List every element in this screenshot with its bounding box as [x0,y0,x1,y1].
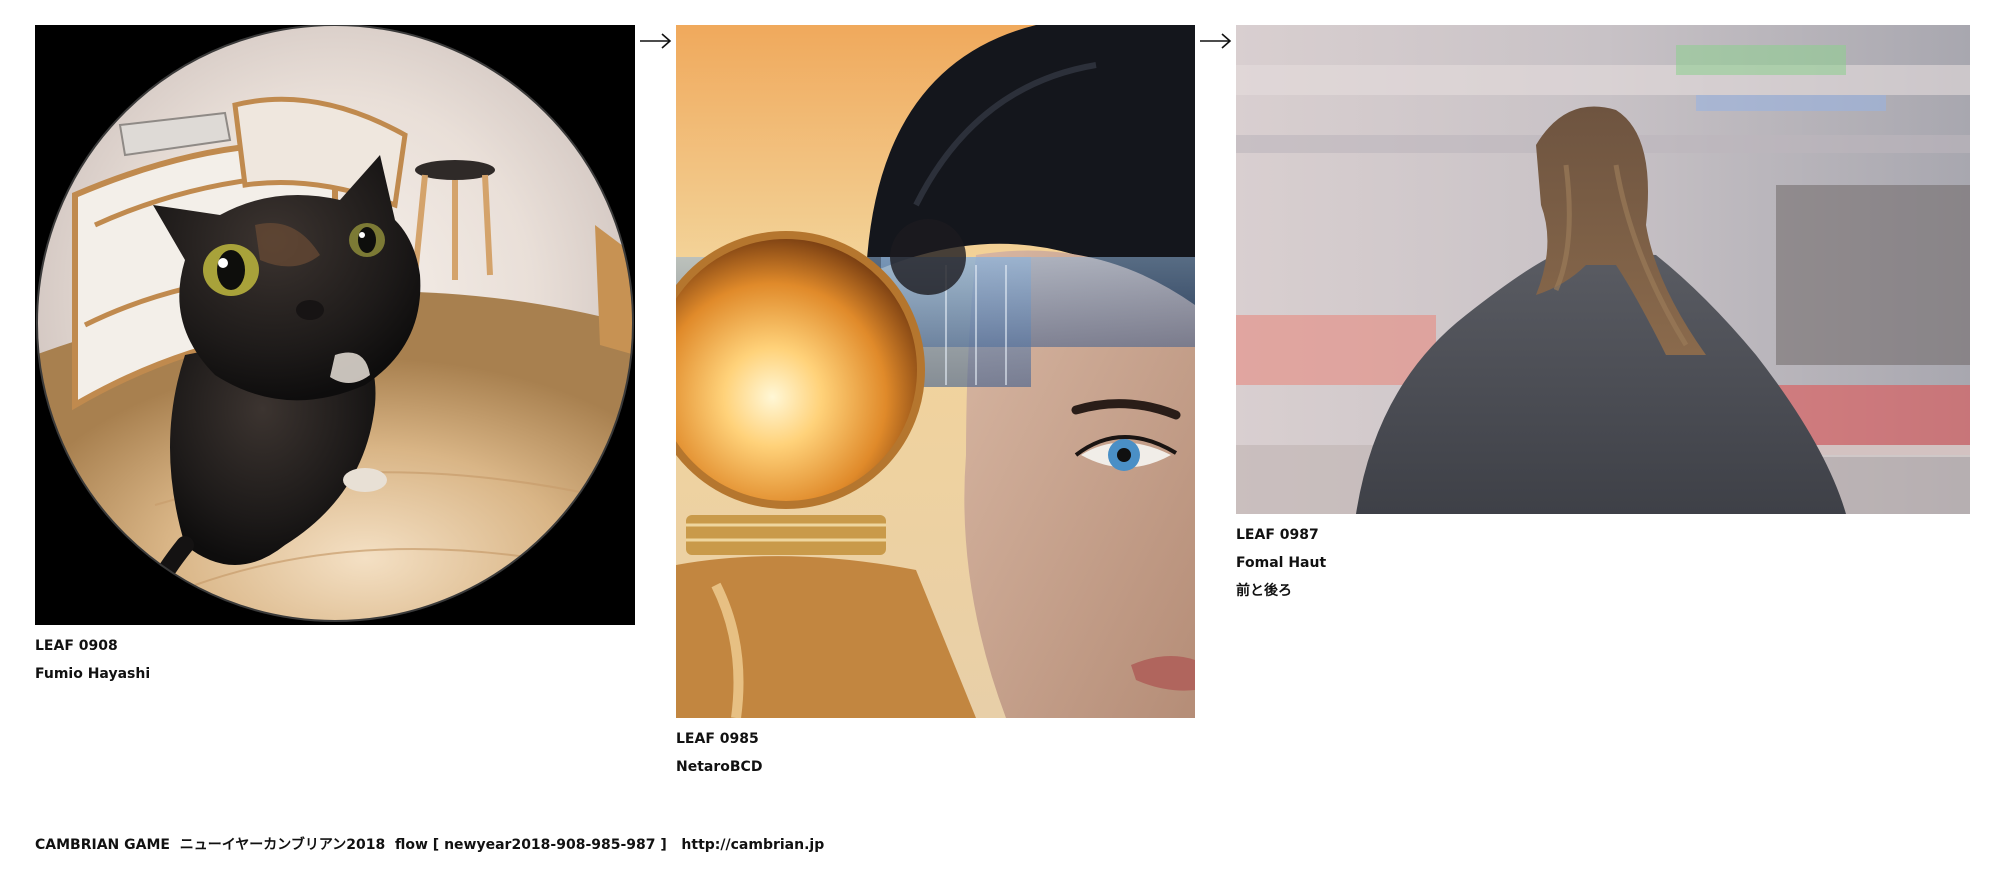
footer-text: CAMBRIAN GAME ニューイヤーカンブリアン2018 flow [ ne… [35,837,682,853]
leaf-id: LEAF 0908 [35,638,118,654]
leaf-card-0987: LEAF 0987 Fomal Haut 前と後ろ [1236,25,1970,605]
leaf-author[interactable]: Fomal Haut [1236,549,1970,577]
leaf-card-0985: LEAF 0985 NetaroBCD [676,25,1195,781]
footer-link[interactable]: http://cambrian.jp [681,837,824,853]
flow-arrow-icon [639,31,673,51]
leaf-photo-perfume-ad[interactable] [676,25,1195,718]
leaf-author[interactable]: NetaroBCD [676,753,1195,781]
leaf-card-0908: LEAF 0908 Fumio Hayashi [35,25,635,688]
leaf-photo-cat-fisheye[interactable] [35,25,635,625]
leaf-id: LEAF 0985 [676,731,759,747]
flow-arrow-icon [1199,31,1233,51]
leaf-title: 前と後ろ [1236,583,1292,599]
leaf-id: LEAF 0987 [1236,527,1319,543]
footer-credit: CAMBRIAN GAME ニューイヤーカンブリアン2018 flow [ ne… [35,834,824,854]
leaf-photo-blurred-figure[interactable] [1236,25,1970,514]
leaf-author[interactable]: Fumio Hayashi [35,660,635,688]
